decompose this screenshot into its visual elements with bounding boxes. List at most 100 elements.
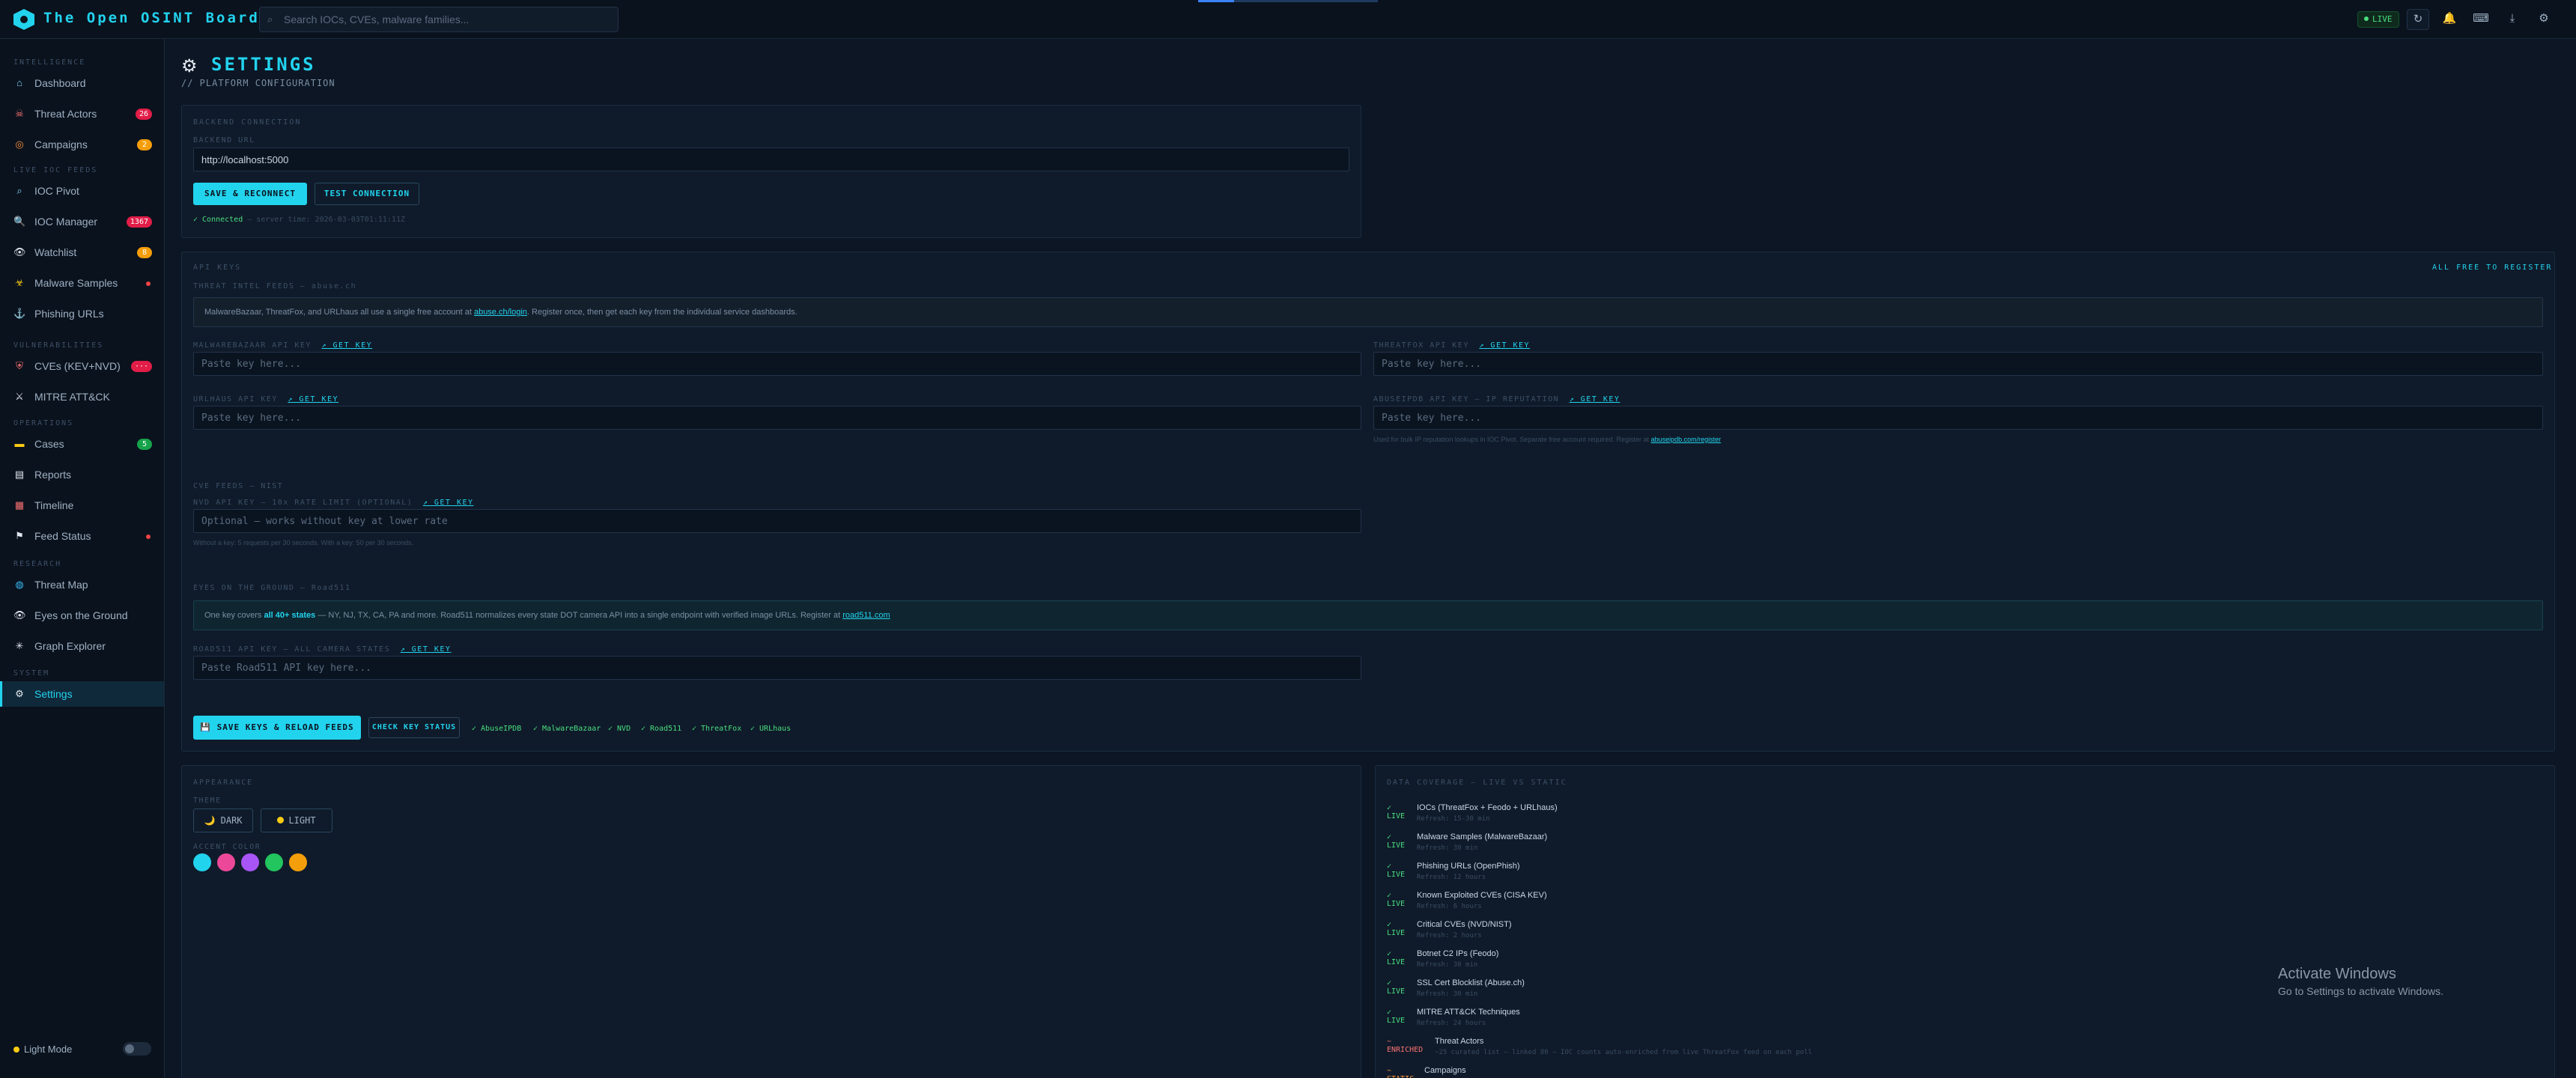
get-key-link[interactable]: ↗ GET KEY: [288, 395, 338, 404]
abuse-login-link[interactable]: abuse.ch/login: [474, 308, 527, 317]
sidebar-item-label: MITRE ATT&CK: [34, 391, 110, 403]
test-connection-button[interactable]: TEST CONNECTION: [315, 183, 419, 205]
malwarebazaar-key-input[interactable]: [194, 353, 1361, 375]
sidebar-item-threat-map[interactable]: ◍ Threat Map: [0, 572, 164, 597]
get-key-link[interactable]: ↗ GET KEY: [321, 341, 372, 350]
sidebar-item-label: Phishing URLs: [34, 308, 104, 320]
abuseipdb-register-link[interactable]: abuseipdb.com/register: [1651, 436, 1722, 443]
sidebar-item-eyes-on-ground[interactable]: 👁 Eyes on the Ground: [0, 603, 164, 628]
sidebar-item-cases[interactable]: ▬ Cases 5: [0, 431, 164, 457]
sidebar-item-mitre[interactable]: ⚔ MITRE ATT&CK: [0, 384, 164, 409]
abuseipdb-key-input[interactable]: [1374, 406, 2542, 429]
coverage-name: Phishing URLs (OpenPhish): [1417, 862, 1520, 871]
sidebar-item-label: Timeline: [34, 499, 74, 511]
api-keys-title: API KEYS: [193, 264, 242, 272]
road511-key-field[interactable]: [193, 656, 1361, 680]
section-intelligence: INTELLIGENCE: [13, 58, 86, 67]
free-to-register-note: ALL FREE TO REGISTER: [2432, 264, 2553, 272]
sidebar-item-threat-actors[interactable]: ☠ Threat Actors 26: [0, 101, 164, 127]
appearance-title: APPEARANCE: [193, 779, 254, 787]
count-badge: ···: [130, 361, 152, 372]
sidebar-item-watchlist[interactable]: 👁 Watchlist 8: [0, 240, 164, 265]
sidebar-item-ioc-manager[interactable]: 🔍 IOC Manager 1367: [0, 209, 164, 234]
coverage-refresh: Refresh: 30 min: [1417, 961, 1478, 969]
sidebar-item-settings[interactable]: ⚙ Settings: [0, 681, 164, 707]
biohazard-icon: ☣: [15, 277, 24, 288]
urlhaus-key-label: URLHAUS API KEY ↗ GET KEY: [193, 395, 338, 404]
accent-swatch-green[interactable]: [265, 853, 283, 871]
sidebar-item-timeline[interactable]: ▦ Timeline: [0, 493, 164, 518]
backend-url-label: BACKEND URL: [193, 136, 255, 144]
accent-swatch-purple[interactable]: [241, 853, 259, 871]
road511-key-input[interactable]: [194, 657, 1361, 679]
folder-icon: ▬: [14, 438, 25, 449]
gear-icon: ⚙: [181, 56, 198, 76]
get-key-link[interactable]: ↗ GET KEY: [401, 645, 452, 654]
threat-intel-section-title: THREAT INTEL FEEDS — abuse.ch: [193, 282, 357, 290]
calendar-icon: ▦: [14, 499, 25, 511]
section-live-iocs: LIVE IOC FEEDS: [13, 166, 98, 174]
abuseipdb-key-field[interactable]: [1373, 406, 2543, 430]
get-key-link[interactable]: ↗ GET KEY: [1570, 395, 1620, 404]
sidebar-item-label: Threat Actors: [34, 108, 97, 120]
page-title: SETTINGS: [211, 54, 316, 75]
road511-link[interactable]: road511.com: [842, 611, 890, 620]
sidebar-item-dashboard[interactable]: ⌂ Dashboard: [0, 70, 164, 96]
sidebar-item-ioc-pivot[interactable]: ⌕ IOC Pivot: [0, 178, 164, 204]
pivot-icon: ⌕: [16, 185, 22, 196]
coverage-refresh: Refresh: 24 hours: [1417, 1020, 1486, 1027]
key-status-road511: ✓ Road511: [641, 725, 682, 733]
theme-light-button[interactable]: LIGHT: [261, 808, 332, 832]
save-reconnect-button[interactable]: SAVE & RECONNECT: [193, 183, 307, 205]
shortcuts-button[interactable]: ⌨: [2470, 9, 2492, 30]
section-vulnerabilities: VULNERABILITIES: [13, 341, 104, 350]
coverage-refresh: Refresh: 2 hours: [1417, 932, 1482, 940]
threatfox-key-field[interactable]: [1373, 352, 2543, 376]
live-label: LIVE: [2372, 14, 2393, 24]
nvd-key-input[interactable]: [194, 510, 1361, 532]
get-key-link[interactable]: ↗ GET KEY: [1479, 341, 1530, 350]
settings-button[interactable]: ⚙: [2533, 9, 2555, 30]
top-bar: The Open OSINT Board ⌕ LIVE ↻ 🔔 ⌨ ⤓ ⚙: [0, 0, 2576, 39]
sidebar-item-reports[interactable]: ▤ Reports: [0, 462, 164, 487]
notifications-button[interactable]: 🔔: [2438, 9, 2461, 30]
field-label-text: NVD API KEY — 10x RATE LIMIT (OPTIONAL): [193, 499, 413, 507]
backend-url-input[interactable]: [194, 148, 1349, 171]
get-key-link[interactable]: ↗ GET KEY: [423, 499, 474, 507]
sidebar-item-feed-status[interactable]: ⚑ Feed Status: [0, 523, 164, 549]
check-key-status-button[interactable]: CHECK KEY STATUS: [368, 717, 460, 738]
malwarebazaar-key-field[interactable]: [193, 352, 1361, 376]
sidebar-item-malware-samples[interactable]: ☣ Malware Samples: [0, 270, 164, 296]
urlhaus-key-field[interactable]: [193, 406, 1361, 430]
sidebar-item-phishing-urls[interactable]: ⚓ Phishing URLs: [0, 301, 164, 326]
search-input[interactable]: [284, 7, 613, 31]
urlhaus-key-input[interactable]: [194, 406, 1361, 429]
nvd-rate-note: Without a key: 5 requests per 30 seconds…: [193, 539, 414, 546]
connection-status-ok: ✓ Connected: [193, 216, 243, 224]
sidebar-item-cves[interactable]: ⛨ CVEs (KEV+NVD) ···: [0, 353, 164, 379]
theme-label: THEME: [193, 797, 222, 805]
accent-swatch-pink[interactable]: [217, 853, 235, 871]
connection-status-detail: — server time: 2026-03-03T01:11:11Z: [247, 216, 405, 224]
global-search[interactable]: ⌕: [259, 7, 619, 32]
sidebar-item-graph-explorer[interactable]: ✳ Graph Explorer: [0, 633, 164, 659]
threatfox-key-label: THREATFOX API KEY ↗ GET KEY: [1373, 341, 1530, 350]
theme-dark-button[interactable]: 🌙 DARK: [193, 808, 253, 832]
refresh-button[interactable]: ↻: [2407, 9, 2429, 30]
search-icon: ⌕: [267, 13, 273, 25]
save-keys-button[interactable]: 💾 SAVE KEYS & RELOAD FEEDS: [193, 716, 361, 740]
export-button[interactable]: ⤓: [2501, 9, 2524, 30]
coverage-name: Campaigns: [1424, 1066, 1466, 1075]
sidebar-item-campaigns[interactable]: ◎ Campaigns 2: [0, 132, 164, 157]
accent-swatch-amber[interactable]: [289, 853, 307, 871]
light-mode-toggle[interactable]: [123, 1042, 151, 1056]
coverage-status: ~ STATIC: [1387, 1067, 1414, 1078]
sidebar-item-label: IOC Manager: [34, 216, 98, 228]
threatfox-key-input[interactable]: [1374, 353, 2542, 375]
backend-url-field[interactable]: [193, 147, 1349, 171]
road511-key-label: ROAD511 API KEY — ALL CAMERA STATES ↗ GE…: [193, 645, 451, 654]
accent-swatch-cyan[interactable]: [193, 853, 211, 871]
refresh-icon: ↻: [2413, 13, 2423, 25]
abuseipdb-note-text: Used for bulk IP reputation lookups in I…: [1373, 436, 1650, 443]
nvd-key-field[interactable]: [193, 509, 1361, 533]
